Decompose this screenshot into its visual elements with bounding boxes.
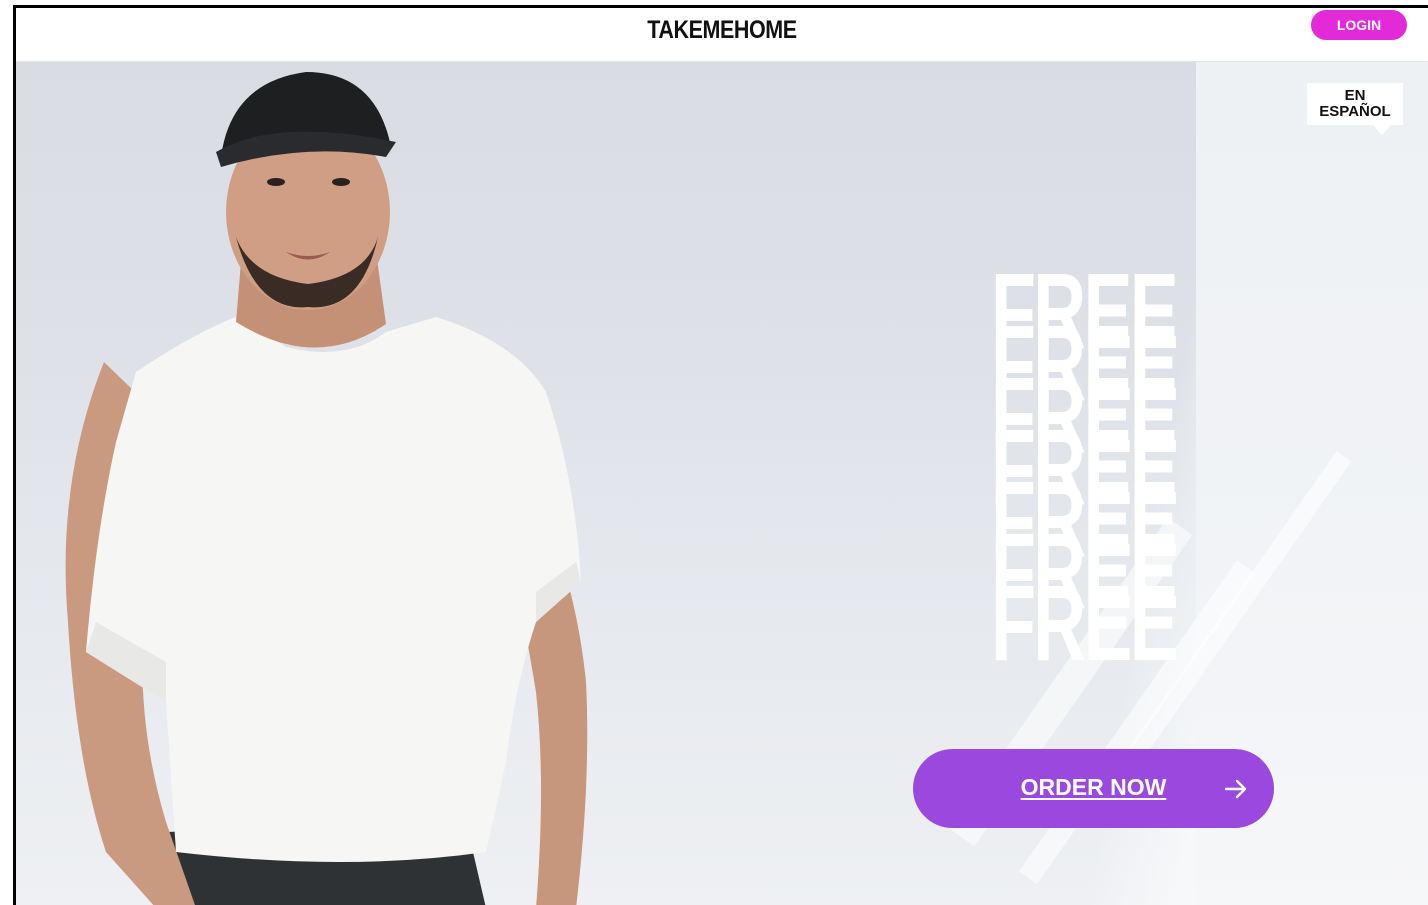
tshirt-shape <box>86 317 581 862</box>
order-now-label: ORDER NOW <box>1020 774 1167 800</box>
arrow-right-icon <box>1224 779 1247 799</box>
eye-shape <box>332 178 350 186</box>
login-button[interactable]: LOGIN <box>1311 10 1407 40</box>
free-word: FREE <box>991 562 1179 683</box>
hero-model-photo <box>65 72 588 905</box>
eye-shape <box>267 178 285 186</box>
hero-section: EN ESPAÑOL FREE FREE FREE FREE FREE FREE… <box>16 62 1428 905</box>
language-line-2: ESPAÑOL <box>1319 103 1391 120</box>
site-header: TAKEMEHOME LOGIN <box>16 8 1428 62</box>
page-frame: TAKEMEHOME LOGIN EN ESPAÑOL FREE FREE FR… <box>13 5 1428 905</box>
order-now-button[interactable]: ORDER NOW <box>913 749 1274 828</box>
brand-logo[interactable]: TAKEMEHOME <box>115 16 1329 45</box>
language-toggle[interactable]: EN ESPAÑOL <box>1307 83 1403 135</box>
language-line-1: EN <box>1344 87 1366 104</box>
free-headline: FREE FREE FREE FREE FREE FREE FREE <box>991 257 1206 677</box>
